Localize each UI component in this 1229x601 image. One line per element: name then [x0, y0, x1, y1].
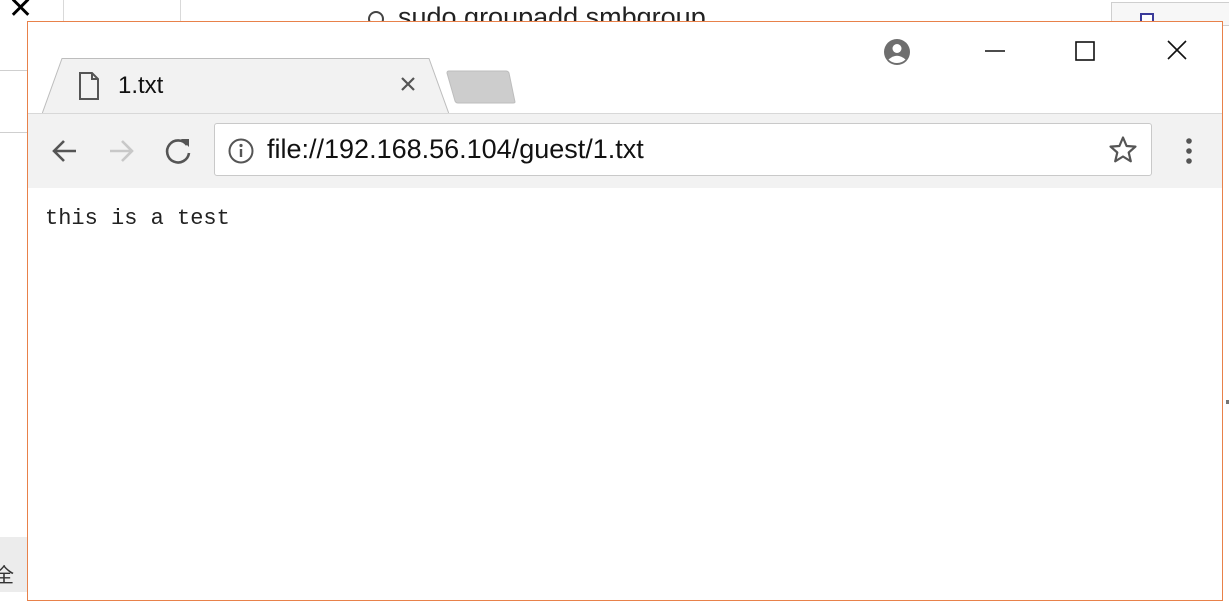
browser-window: 1.txt file://192.168.56.104/guest/1.txt …: [27, 21, 1223, 601]
file-text: this is a test: [45, 206, 230, 231]
minimize-button[interactable]: [972, 32, 1018, 72]
close-icon[interactable]: [396, 72, 420, 96]
maximize-button[interactable]: [1062, 32, 1108, 72]
profile-icon[interactable]: [883, 38, 911, 66]
background-divider: [180, 0, 181, 22]
info-icon[interactable]: [227, 137, 255, 165]
tab-outline: [42, 58, 449, 114]
url-text[interactable]: file://192.168.56.104/guest/1.txt: [267, 134, 644, 165]
background-side-label: 全: [0, 565, 14, 587]
background-divider: [63, 0, 64, 22]
menu-dots-icon[interactable]: [1174, 134, 1204, 168]
title-bar[interactable]: 1.txt: [28, 22, 1222, 114]
window-close-button[interactable]: [1154, 32, 1200, 72]
background-divider: [0, 132, 28, 133]
star-icon[interactable]: [1108, 135, 1138, 165]
background-side-panel: 全: [0, 537, 28, 592]
back-arrow-icon[interactable]: [48, 134, 82, 168]
toolbar: file://192.168.56.104/guest/1.txt: [28, 113, 1222, 189]
new-tab-button[interactable]: [446, 70, 516, 104]
address-bar[interactable]: file://192.168.56.104/guest/1.txt: [214, 123, 1152, 176]
tab-title: 1.txt: [118, 72, 164, 99]
page-content: this is a test: [28, 188, 1222, 600]
background-divider: [0, 70, 28, 71]
forward-arrow-icon[interactable]: [104, 134, 138, 168]
reload-icon[interactable]: [161, 134, 195, 168]
file-icon: [78, 72, 100, 100]
